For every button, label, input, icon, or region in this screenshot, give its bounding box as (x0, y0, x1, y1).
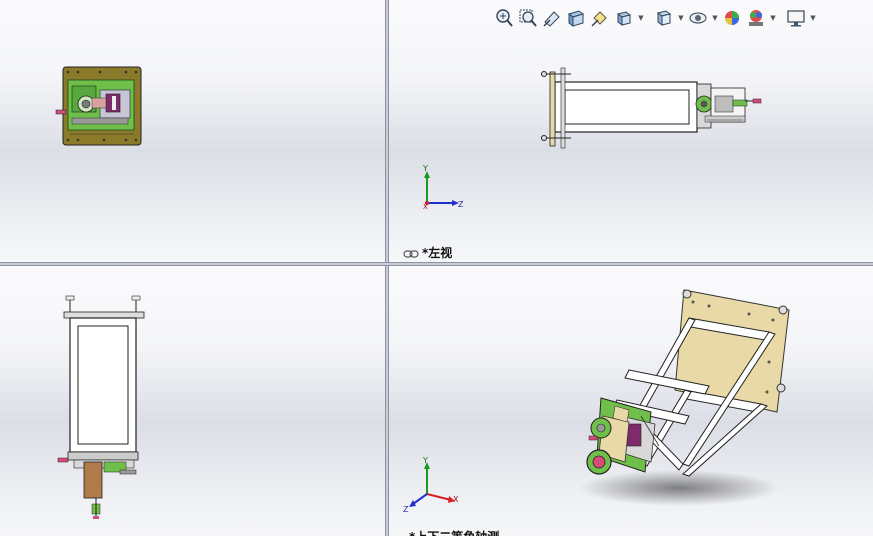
hide-show-items-dropdown[interactable]: ▼ (710, 6, 720, 30)
axis-y-label: Y (422, 164, 428, 173)
model-left-view[interactable]: Y Z X (389, 0, 873, 262)
axis-x-label-iso: X (453, 495, 459, 504)
view-settings-dropdown[interactable]: ▼ (808, 6, 818, 30)
model-top-view[interactable] (0, 266, 385, 536)
axis-y-label-iso: Y (422, 456, 428, 465)
display-style-dropdown[interactable]: ▼ (676, 6, 686, 30)
axis-triad-left (424, 171, 459, 206)
section-view-icon[interactable] (564, 6, 588, 30)
apply-scene-dropdown[interactable]: ▼ (768, 6, 778, 30)
view-settings-icon[interactable] (784, 6, 808, 30)
dynamic-annotation-view-icon[interactable] (588, 6, 612, 30)
view-orientation-icon[interactable] (612, 6, 636, 30)
viewport-label-left-text: *左视 (422, 246, 453, 260)
axis-x-label: X (423, 203, 428, 211)
zoom-to-fit-icon[interactable] (492, 6, 516, 30)
viewport-label-isometric: *上下二等角轴测 (409, 528, 499, 536)
zoom-to-area-icon[interactable] (516, 6, 540, 30)
previous-view-icon[interactable] (540, 6, 564, 30)
heads-up-view-toolbar: ▼ ▼ ▼ ▼ ▼ (492, 6, 818, 30)
view-orientation-dropdown[interactable]: ▼ (636, 6, 646, 30)
axis-triad-iso (409, 462, 455, 507)
viewport-top[interactable] (0, 266, 385, 536)
viewport-left[interactable]: Y Z X *左视 (389, 0, 873, 262)
viewport-front[interactable] (0, 0, 385, 262)
model-isometric-view[interactable]: Y X Z (389, 266, 873, 536)
axis-z-label-iso: Z (403, 505, 409, 514)
viewport-isometric[interactable]: Y X Z *上下二等角轴测 (389, 266, 873, 536)
link-icon (403, 249, 419, 259)
viewport-label-left: *左视 (403, 244, 452, 261)
model-front-view[interactable] (0, 0, 385, 262)
display-style-icon[interactable] (652, 6, 676, 30)
apply-scene-icon[interactable] (744, 6, 768, 30)
edit-appearance-icon[interactable] (720, 6, 744, 30)
axis-z-label: Z (458, 200, 464, 209)
viewport-splitter-vertical[interactable] (385, 0, 389, 536)
hide-show-items-icon[interactable] (686, 6, 710, 30)
viewport-splitter-horizontal[interactable] (0, 262, 873, 266)
